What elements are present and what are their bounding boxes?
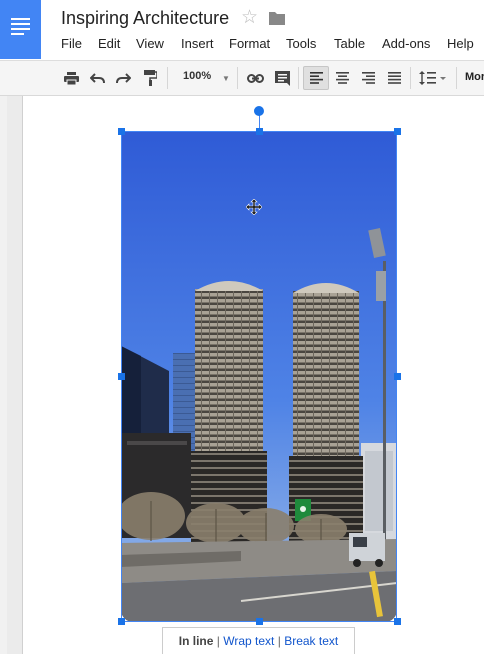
undo-icon[interactable] — [86, 61, 108, 95]
align-right-icon[interactable] — [357, 61, 379, 95]
more-button[interactable]: Mor — [465, 71, 484, 83]
menu-view[interactable]: View — [136, 36, 164, 52]
menu-file[interactable]: File — [61, 36, 82, 52]
options-separator: | — [277, 634, 281, 648]
toolbar-divider — [298, 67, 299, 89]
docs-icon[interactable] — [0, 0, 41, 59]
wrap-text-option[interactable]: Wrap text — [223, 634, 274, 648]
resize-handle-right[interactable] — [394, 373, 401, 380]
link-icon[interactable] — [244, 61, 266, 95]
paint-format-icon[interactable] — [139, 61, 161, 95]
comment-icon[interactable] — [271, 61, 293, 95]
resize-handle-bottom-right[interactable] — [394, 618, 401, 625]
toolbar-divider — [456, 67, 457, 89]
zoom-select[interactable]: 100% — [183, 70, 211, 82]
vertical-ruler — [0, 96, 7, 654]
chevron-down-icon[interactable]: ▼ — [222, 74, 230, 83]
align-left-icon[interactable] — [305, 61, 327, 95]
print-icon[interactable] — [60, 61, 82, 95]
resize-handle-bottom[interactable] — [256, 618, 263, 625]
line-spacing-icon[interactable] — [416, 61, 450, 95]
menu-addons[interactable]: Add-ons — [382, 36, 430, 52]
resize-handle-top-right[interactable] — [394, 128, 401, 135]
header: Inspiring Architecture ☆ File Edit View … — [0, 0, 484, 60]
star-icon[interactable]: ☆ — [241, 7, 258, 29]
resize-handle-top[interactable] — [256, 128, 263, 135]
toolbar-divider — [167, 67, 168, 89]
options-separator: | — [216, 634, 220, 648]
menu-table[interactable]: Table — [334, 36, 365, 52]
menu-insert[interactable]: Insert — [181, 36, 214, 52]
menu-help[interactable]: Help — [447, 36, 474, 52]
resize-handle-bottom-left[interactable] — [118, 618, 125, 625]
toolbar-divider — [410, 67, 411, 89]
justify-icon[interactable] — [383, 61, 405, 95]
folder-icon[interactable] — [268, 10, 286, 26]
document-title[interactable]: Inspiring Architecture — [61, 6, 229, 30]
redo-icon[interactable] — [112, 61, 134, 95]
image-wrap-options: In line | Wrap text | Break text — [162, 627, 355, 654]
resize-handle-left[interactable] — [118, 373, 125, 380]
toolbar: 100% ▼ Mor — [0, 60, 484, 96]
align-center-icon[interactable] — [331, 61, 353, 95]
menu-format[interactable]: Format — [229, 36, 270, 52]
inline-option[interactable]: In line — [179, 634, 214, 648]
menu-edit[interactable]: Edit — [98, 36, 120, 52]
rotate-handle[interactable] — [254, 106, 264, 116]
break-text-option[interactable]: Break text — [284, 634, 338, 648]
menu-tools[interactable]: Tools — [286, 36, 316, 52]
move-cursor-icon — [246, 199, 262, 215]
resize-handle-top-left[interactable] — [118, 128, 125, 135]
toolbar-divider — [237, 67, 238, 89]
